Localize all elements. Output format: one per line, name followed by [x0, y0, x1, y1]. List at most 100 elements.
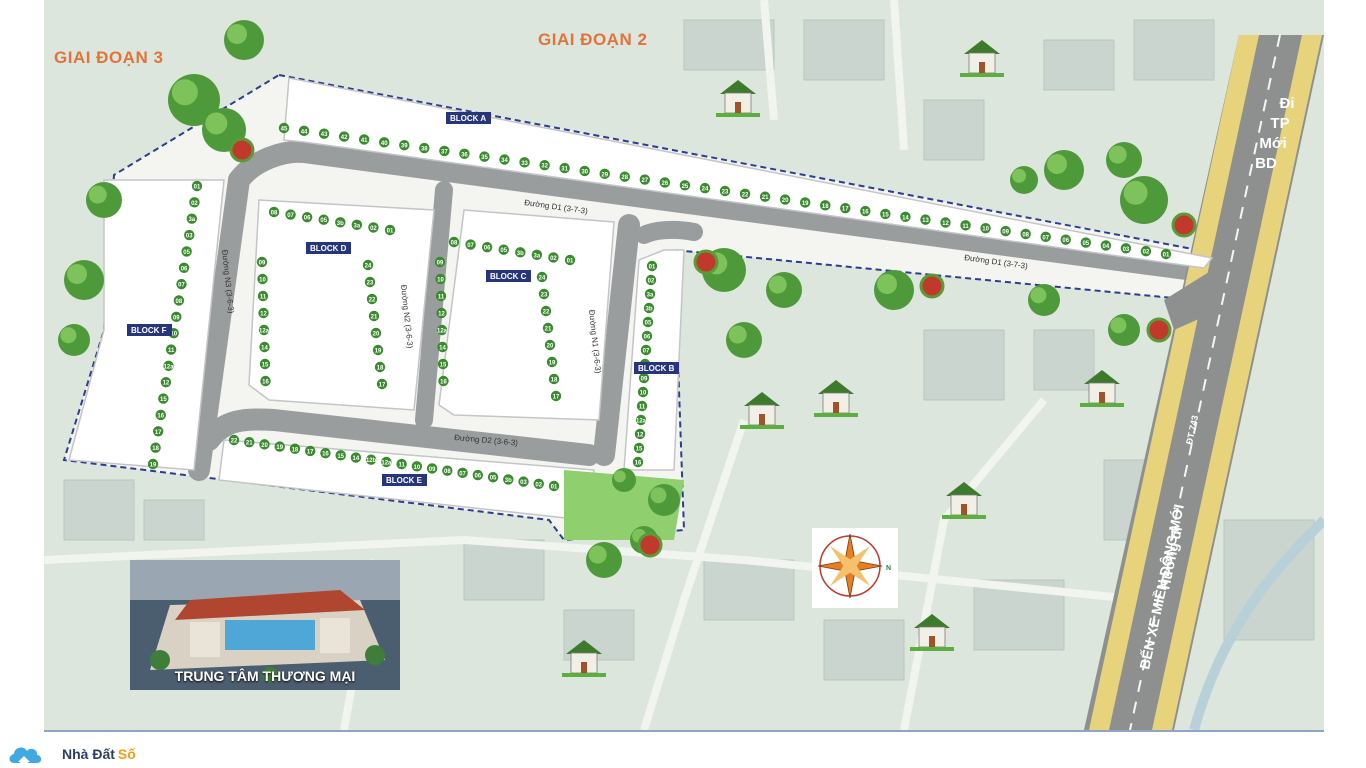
lot-marker-block-f: 18	[150, 442, 161, 453]
svg-text:07: 07	[178, 283, 185, 289]
lot-marker-block-e: 14	[350, 452, 362, 463]
svg-text:08: 08	[1022, 232, 1029, 238]
lot-marker-block-c: 08	[448, 236, 460, 248]
svg-text:10: 10	[259, 278, 266, 284]
lot-marker-block-e: 17	[304, 445, 316, 457]
svg-text:09: 09	[173, 315, 180, 321]
svg-text:30: 30	[581, 169, 588, 175]
svg-text:43: 43	[321, 132, 328, 138]
lot-marker-block-f: 15	[158, 393, 169, 404]
lot-marker-block-d: 22	[366, 293, 378, 305]
lot-marker-block-e: 07	[457, 467, 468, 479]
lot-marker-block-e: 08	[442, 465, 453, 476]
svg-text:3a: 3a	[354, 223, 361, 229]
lot-marker-block-c: 09	[434, 256, 446, 268]
lot-marker-block-a: 03	[1120, 243, 1132, 254]
svg-text:22: 22	[543, 310, 550, 316]
svg-text:21: 21	[762, 195, 769, 201]
lot-marker-block-d: 12	[258, 307, 269, 319]
svg-text:11: 11	[398, 463, 405, 469]
svg-text:07: 07	[459, 471, 466, 477]
lot-marker-block-a: 06	[1060, 234, 1071, 245]
lot-marker-block-b: 05	[642, 316, 654, 328]
lot-marker-block-f: 12	[160, 377, 172, 388]
svg-text:18: 18	[292, 447, 299, 453]
lot-marker-block-d: 09	[256, 256, 268, 268]
svg-text:12: 12	[942, 221, 949, 227]
lot-marker-block-a: 09	[1000, 225, 1011, 237]
svg-text:13: 13	[922, 218, 929, 224]
tree-icon	[612, 468, 636, 492]
svg-text:16: 16	[262, 380, 269, 386]
svg-text:21: 21	[371, 315, 378, 321]
lot-marker-block-a: 07	[1040, 231, 1051, 243]
lot-marker-block-c: 3b	[515, 247, 526, 258]
svg-text:44: 44	[301, 129, 308, 135]
lot-marker-block-e: 09	[426, 463, 438, 474]
block-b-label: BLOCK B	[638, 364, 675, 373]
lot-marker-block-d: 11	[257, 290, 269, 302]
svg-text:14: 14	[261, 346, 268, 352]
compass-north-letter: N	[886, 565, 891, 572]
lot-marker-block-a: 18	[820, 200, 831, 211]
lot-marker-block-a: 31	[559, 162, 570, 174]
svg-text:16: 16	[635, 461, 642, 467]
lot-marker-block-c: 14	[437, 341, 448, 353]
lot-marker-block-e: 19	[274, 441, 285, 452]
svg-text:29: 29	[601, 172, 608, 178]
lot-marker-block-a: 26	[659, 177, 671, 188]
svg-text:10: 10	[982, 227, 989, 233]
lot-marker-block-a: 28	[619, 171, 630, 182]
lot-marker-block-a: 38	[419, 142, 430, 154]
lot-marker-block-d: 16	[260, 375, 271, 387]
lot-marker-block-f: 03	[184, 229, 195, 241]
lot-marker-block-e: 16	[320, 447, 331, 459]
svg-text:37: 37	[441, 149, 448, 155]
lot-marker-block-f: 3a	[186, 213, 198, 224]
svg-text:06: 06	[1062, 238, 1069, 244]
lot-marker-block-a: 40	[379, 137, 390, 148]
master-plan-map: 45 44 43 42 41 40 39 38 37 36 35 34 33 32 31 30 29 28 27 26…	[44, 0, 1324, 730]
svg-text:21: 21	[246, 441, 253, 447]
svg-text:26: 26	[662, 181, 669, 187]
svg-text:24: 24	[365, 264, 372, 270]
tree-icon	[726, 322, 762, 358]
phase-3-label: GIAI ĐOẠN 3	[54, 48, 164, 67]
lot-marker-block-b: 11	[636, 400, 648, 412]
svg-text:09: 09	[1002, 230, 1009, 236]
svg-text:05: 05	[320, 218, 327, 224]
svg-text:3a: 3a	[647, 293, 654, 299]
tree-icon	[1044, 150, 1084, 190]
lot-marker-block-b: 15	[633, 442, 645, 454]
lot-marker-block-f: 07	[176, 278, 187, 290]
lot-marker-block-b: 07	[640, 344, 652, 356]
svg-text:BD: BD	[1255, 155, 1277, 172]
lot-marker-block-b: 09	[638, 372, 650, 384]
svg-text:04: 04	[1103, 244, 1110, 250]
svg-text:23: 23	[367, 281, 374, 287]
svg-text:11: 11	[639, 405, 646, 411]
lot-marker-block-d: 3b	[335, 217, 346, 228]
svg-text:10: 10	[437, 278, 444, 284]
lot-marker-block-c: 19	[546, 356, 558, 368]
tree-icon	[1120, 176, 1168, 224]
block-a-label: BLOCK A	[450, 114, 486, 123]
lot-marker-block-c: 06	[481, 241, 493, 253]
lot-marker-block-e: 02	[533, 478, 544, 490]
svg-text:15: 15	[262, 363, 269, 369]
svg-text:41: 41	[361, 138, 368, 144]
svg-text:12: 12	[637, 433, 644, 439]
svg-text:23: 23	[722, 190, 729, 196]
svg-text:22: 22	[231, 439, 238, 445]
svg-text:16: 16	[440, 380, 447, 386]
svg-text:18: 18	[152, 446, 159, 452]
lot-marker-block-e: 06	[472, 469, 484, 481]
lot-marker-block-f: 01	[191, 180, 203, 192]
svg-text:19: 19	[276, 445, 283, 451]
lot-marker-block-c: 22	[540, 305, 552, 317]
lot-marker-block-b: 02	[645, 274, 657, 286]
svg-text:12: 12	[260, 312, 267, 318]
lot-marker-block-d: 02	[368, 222, 379, 233]
svg-text:22: 22	[742, 192, 749, 198]
svg-text:35: 35	[481, 155, 488, 161]
